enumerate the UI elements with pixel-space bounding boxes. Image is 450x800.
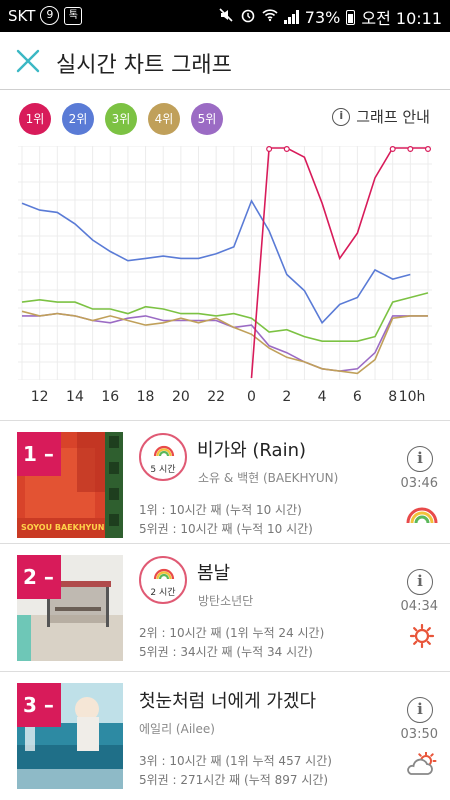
- rank-stat: 2위 : 10시간 째 (1위 누적 24 시간): [139, 626, 325, 640]
- x-tick-label: 18: [136, 389, 155, 405]
- close-icon: [16, 49, 40, 73]
- song-artist: 에일리 (Ailee): [139, 722, 215, 736]
- x-tick-label: 2: [282, 389, 292, 405]
- series-point-rank-1: [283, 146, 290, 152]
- song-list: SOYOU BAEKHYUN 1 – 5 시간 비가와 (Rain) 소유 & …: [0, 420, 450, 799]
- top5-stat: 5위권 : 271시간 째 (누적 897 시간): [139, 773, 329, 787]
- hours-label: 5 시간: [150, 465, 176, 475]
- rank-legend: 1위 2위 3위 4위 5위: [19, 103, 223, 135]
- song-title: 비가와 (Rain): [197, 440, 306, 461]
- top5-stat: 5위권 : 34시간 째 (누적 34 시간): [139, 645, 313, 659]
- x-tick-label: 12: [30, 389, 49, 405]
- hours-badge: 2 시간: [139, 556, 187, 604]
- series-point-rank-1: [389, 146, 396, 152]
- cover-text: SOYOU BAEKHYUN: [21, 523, 105, 532]
- series-line-rank-3: [21, 292, 429, 342]
- song-artist: 소유 & 백현 (BAEKHYUN): [198, 471, 339, 485]
- rank-number: 1: [23, 442, 37, 466]
- x-tick-label: 14: [66, 389, 84, 405]
- battery-percent: 73%: [304, 7, 341, 27]
- sun-icon: [409, 624, 435, 648]
- rainbow-icon: [406, 507, 438, 524]
- legend-badge-rank-1[interactable]: 1위: [19, 103, 51, 135]
- clock: 오전 10:11: [361, 9, 442, 28]
- graph-guide-button[interactable]: i 그래프 안내: [332, 106, 430, 127]
- legend-badge-rank-2[interactable]: 2위: [62, 103, 94, 135]
- page-title: 실시간 차트 그래프: [56, 53, 232, 78]
- status-left: SKT 9 톡: [8, 6, 83, 25]
- talk-icon: 톡: [64, 6, 83, 25]
- info-button[interactable]: i: [407, 697, 433, 723]
- rank-stat: 1위 : 10시간 째 (누적 10 시간): [139, 503, 302, 517]
- realtime-chart: [18, 146, 432, 380]
- close-button[interactable]: [12, 45, 44, 77]
- battery-icon: [346, 9, 356, 25]
- rainbow-icon: [153, 568, 175, 580]
- rank-badge: 3 –: [17, 683, 61, 727]
- hours-badge: 5 시간: [139, 433, 187, 481]
- x-axis-ticks: 12 14 16 18 20 22 0 2 4 6 8 10h: [0, 389, 450, 411]
- hours-label: 2 시간: [150, 588, 176, 598]
- status-bar: SKT 9 톡 73% 오전 10:11: [0, 0, 450, 32]
- song-artist: 방탄소년단: [198, 594, 254, 608]
- x-tick-label: 20: [171, 389, 190, 405]
- notification-badge-icon: 9: [40, 6, 60, 25]
- partly-cloudy-icon: [407, 752, 437, 775]
- info-icon: i: [417, 572, 423, 590]
- alarm-icon: [240, 7, 256, 27]
- song-row[interactable]: SOYOU BAEKHYUN 1 – 5 시간 비가와 (Rain) 소유 & …: [0, 420, 450, 543]
- song-duration: 03:50: [400, 727, 438, 742]
- top5-stat: 5위권 : 10시간 째 (누적 10 시간): [139, 522, 313, 536]
- x-tick-label: 8: [388, 389, 398, 405]
- x-tick-label: 4: [317, 389, 327, 405]
- series-line-rank-4: [21, 310, 428, 375]
- x-tick-label: 0: [247, 389, 256, 405]
- graph-guide-label: 그래프 안내: [356, 108, 430, 126]
- rank-badge: 2 –: [17, 555, 61, 599]
- song-row[interactable]: 3 – 첫눈처럼 너에게 가겠다 에일리 (Ailee) 3위 : 10시간 째…: [0, 671, 450, 799]
- legend-badge-rank-4[interactable]: 4위: [148, 103, 180, 135]
- song-title: 첫눈처럼 너에게 가겠다: [139, 691, 317, 712]
- info-icon: i: [332, 107, 351, 126]
- series-point-rank-1: [425, 146, 431, 152]
- carrier-label: SKT: [8, 6, 36, 25]
- info-icon: i: [417, 700, 423, 718]
- series-point-rank-1: [266, 146, 273, 152]
- info-button[interactable]: i: [407, 446, 433, 472]
- status-right: 73% 오전 10:11: [218, 5, 442, 29]
- x-tick-label: 22: [207, 389, 226, 405]
- rainbow-icon: [153, 445, 175, 457]
- legend-badge-rank-3[interactable]: 3위: [105, 103, 137, 135]
- info-icon: i: [417, 449, 423, 467]
- song-duration: 04:34: [400, 599, 438, 614]
- rank-number: 3: [23, 693, 37, 717]
- app-header: 실시간 차트 그래프: [0, 32, 450, 90]
- rank-number: 2: [23, 565, 37, 589]
- song-title: 봄날: [197, 563, 231, 584]
- rank-badge: 1 –: [17, 432, 61, 476]
- x-tick-label: 16: [101, 389, 120, 405]
- x-tick-label: 10h: [398, 389, 426, 405]
- song-duration: 03:46: [400, 476, 438, 491]
- wifi-icon: [262, 8, 278, 26]
- signal-icon: [283, 10, 299, 24]
- rank-stat: 3위 : 10시간 째 (1위 누적 457 시간): [139, 754, 332, 768]
- song-row[interactable]: 2 – 2 시간 봄날 방탄소년단 2위 : 10시간 째 (1위 누적 24 …: [0, 543, 450, 671]
- info-button[interactable]: i: [407, 569, 433, 595]
- mute-icon: [218, 7, 234, 27]
- x-tick-label: 6: [352, 389, 362, 405]
- series-point-rank-1: [407, 146, 414, 152]
- legend-badge-rank-5[interactable]: 5위: [191, 103, 223, 135]
